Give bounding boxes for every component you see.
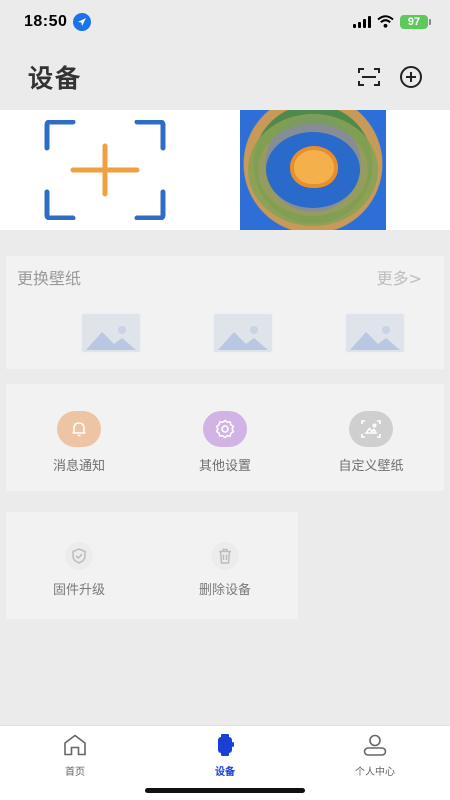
add-device-button[interactable] [0, 110, 210, 230]
tab-label: 设备 [215, 767, 235, 778]
custom-wallpaper-icon [349, 411, 393, 447]
tab-label: 个人中心 [355, 767, 395, 778]
device-wallpaper-image[interactable] [240, 110, 386, 230]
status-bar: 18:50 97 [0, 0, 450, 44]
person-icon [362, 733, 388, 761]
home-icon [62, 733, 88, 761]
wifi-icon [377, 13, 394, 32]
custom-wallpaper-button[interactable]: 自定义壁纸 [298, 384, 444, 491]
settings-item-label: 消息通知 [52, 459, 105, 474]
wallpaper-more-link[interactable]: 更多> [377, 265, 422, 289]
tab-label: 首页 [65, 767, 85, 778]
tab-profile[interactable]: 个人中心 [300, 726, 450, 800]
add-device-icon [44, 120, 166, 220]
wallpaper-thumbnails [6, 290, 444, 356]
settings-card: 消息通知 其他设置 自定义壁纸 [6, 384, 444, 491]
home-indicator [145, 788, 305, 793]
bell-icon [57, 411, 101, 447]
wallpaper-thumbnail[interactable] [64, 298, 144, 356]
page-title: 设备 [28, 64, 83, 93]
status-left: 18:50 [24, 13, 92, 31]
notification-settings-button[interactable]: 消息通知 [6, 384, 152, 491]
wallpaper-thumbnail[interactable] [196, 298, 276, 356]
delete-device-button[interactable]: 删除设备 [152, 512, 298, 619]
device-actions-card: 固件升级 删除设备 [6, 512, 298, 619]
settings-item-label: 其他设置 [198, 459, 251, 474]
wallpaper-title: 更换壁纸 [17, 269, 82, 288]
gear-icon [203, 411, 247, 447]
device-row-filler [386, 110, 450, 230]
firmware-upgrade-button[interactable]: 固件升级 [6, 512, 152, 619]
battery-icon: 97 [400, 15, 431, 29]
wallpaper-header: 更换壁纸 更多> [6, 256, 444, 290]
status-right: 97 [353, 13, 431, 32]
other-settings-button[interactable]: 其他设置 [152, 384, 298, 491]
location-arrow-icon [73, 13, 92, 31]
tab-home[interactable]: 首页 [0, 726, 150, 800]
add-circle-icon[interactable] [398, 64, 424, 90]
scan-icon[interactable] [356, 64, 382, 90]
wallpaper-card: 更换壁纸 更多> [6, 256, 444, 369]
wallpaper-thumbnail[interactable] [328, 298, 408, 356]
watch-icon [212, 733, 238, 761]
settings-item-label: 自定义壁纸 [338, 459, 404, 474]
trash-icon [211, 542, 239, 570]
device-action-label: 删除设备 [198, 583, 251, 598]
device-gap [210, 110, 240, 230]
shield-check-icon [65, 542, 93, 570]
status-time: 18:50 [24, 13, 68, 30]
device-row [0, 110, 450, 230]
cellular-signal-icon [353, 16, 371, 28]
device-action-label: 固件升级 [52, 583, 105, 598]
header-actions [356, 64, 424, 90]
page-header: 设备 [0, 44, 450, 110]
